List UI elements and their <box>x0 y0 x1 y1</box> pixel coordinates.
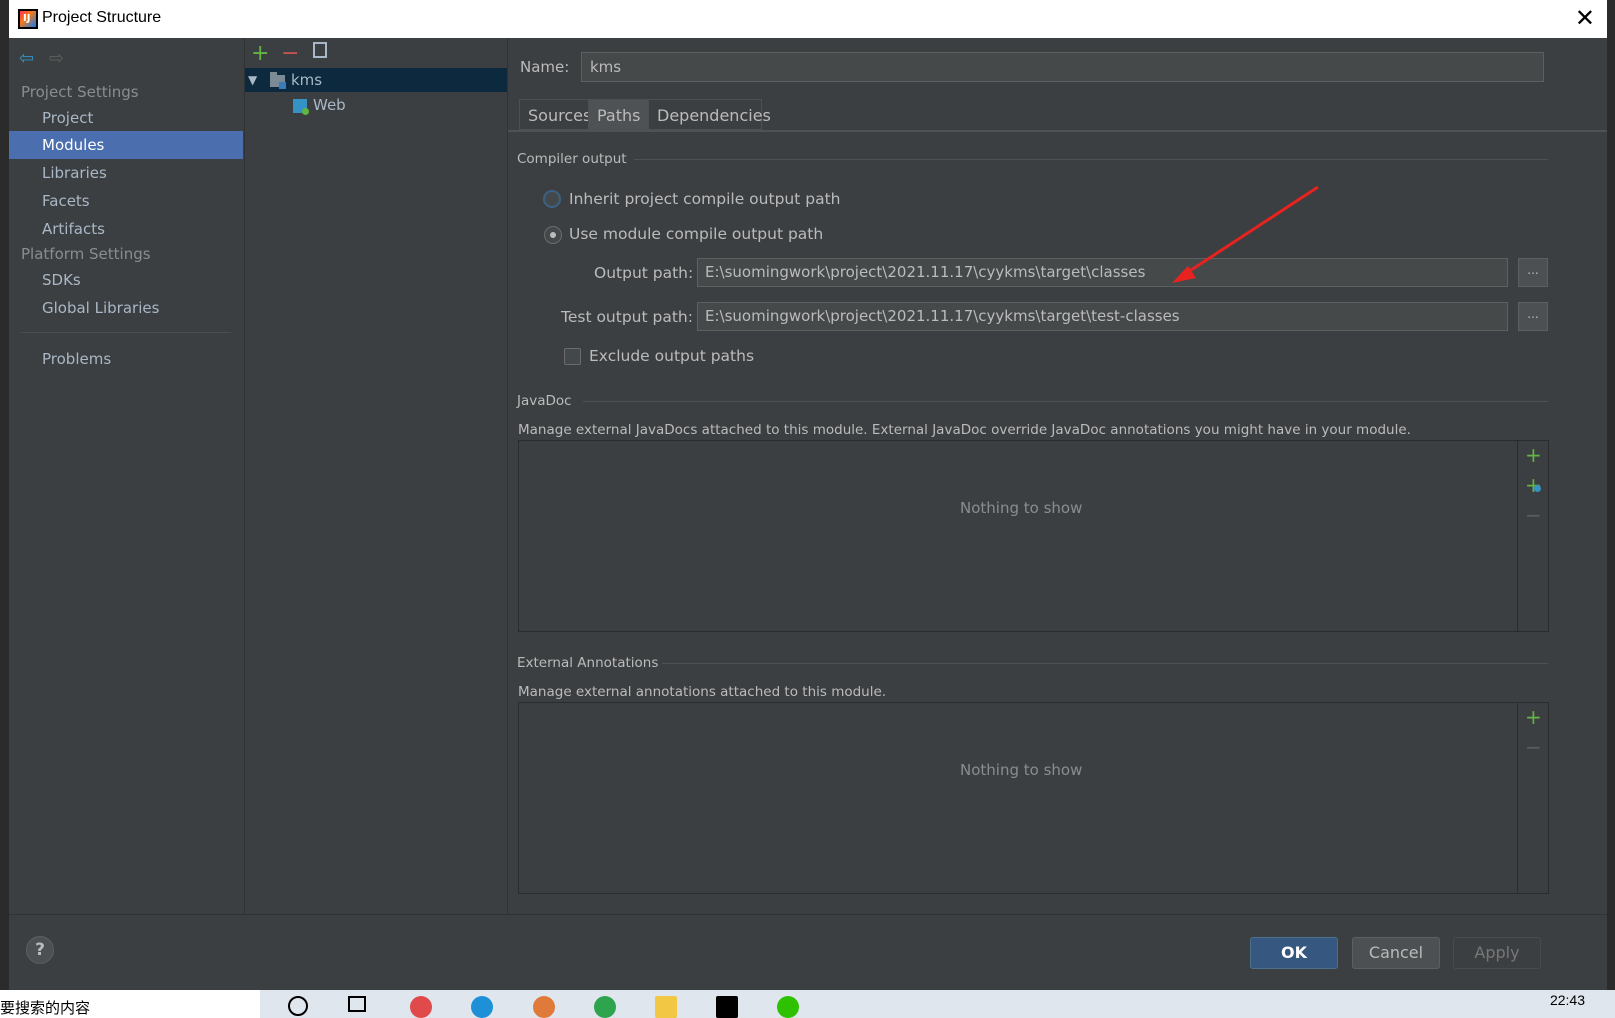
copy-icon[interactable] <box>313 42 327 58</box>
edge-browser-icon[interactable] <box>471 996 493 1018</box>
remove-javadoc-icon[interactable]: − <box>1525 503 1542 527</box>
sidebar-item-sdks[interactable]: SDKs <box>9 266 243 294</box>
output-path-input[interactable]: E:\suomingwork\project\2021.11.17\cyykms… <box>697 258 1508 287</box>
inherit-output-radio[interactable] <box>543 190 561 208</box>
taskbar-search-box[interactable]: 要搜索的内容 <box>0 990 260 1018</box>
name-label: Name: <box>520 58 570 76</box>
file-explorer-icon[interactable] <box>655 996 677 1018</box>
tree-node-kms[interactable]: ▼ kms <box>245 68 507 92</box>
project-settings-header: Project Settings <box>21 83 139 101</box>
wechat-icon[interactable] <box>777 996 799 1018</box>
add-javadoc-icon[interactable]: + <box>1525 443 1542 467</box>
cancel-button[interactable]: Cancel <box>1352 937 1440 969</box>
javadoc-empty-text: Nothing to show <box>960 499 1083 517</box>
chrome-browser-icon[interactable] <box>594 996 616 1018</box>
window-title: Project Structure <box>42 9 162 26</box>
app-icon[interactable] <box>410 996 432 1018</box>
sidebar-item-problems[interactable]: Problems <box>9 345 243 373</box>
use-module-output-label: Use module compile output path <box>569 225 824 243</box>
search-icon[interactable] <box>288 996 308 1016</box>
test-output-path-browse-button[interactable]: ... <box>1518 302 1548 331</box>
tree-node-label: Web <box>313 96 346 114</box>
forward-arrow-icon[interactable]: ⇨ <box>49 48 64 69</box>
use-module-output-radio[interactable] <box>544 226 562 244</box>
external-annotations-title: External Annotations <box>517 655 659 671</box>
module-tree-panel: + − ▼ kms Web <box>244 38 508 914</box>
group-divider <box>634 159 1548 160</box>
tab-sources[interactable]: Sources <box>519 99 591 130</box>
remove-icon[interactable]: − <box>281 41 299 66</box>
sidebar-divider <box>21 332 231 333</box>
external-annotations-list-toolbar: + − <box>1517 703 1548 893</box>
sidebar-item-modules[interactable]: Modules <box>9 131 243 159</box>
test-output-path-label: Test output path: <box>561 308 693 326</box>
add-javadoc-url-icon[interactable]: + <box>1525 473 1542 497</box>
exclude-output-paths-label: Exclude output paths <box>589 347 755 365</box>
tab-dependencies[interactable]: Dependencies <box>648 99 771 130</box>
group-divider <box>662 663 1548 664</box>
tree-node-web[interactable]: Web <box>245 93 507 117</box>
javadoc-description: Manage external JavaDocs attached to thi… <box>518 422 1411 438</box>
app-icon[interactable] <box>533 996 555 1018</box>
sidebar-item-artifacts[interactable]: Artifacts <box>9 215 243 243</box>
sidebar-item-project[interactable]: Project <box>9 104 243 132</box>
add-annotation-icon[interactable]: + <box>1525 705 1542 729</box>
task-view-icon[interactable] <box>348 996 366 1012</box>
expand-triangle-icon[interactable]: ▼ <box>248 68 257 92</box>
output-path-label: Output path: <box>594 264 694 282</box>
ok-button[interactable]: OK <box>1250 937 1338 969</box>
intellij-taskbar-icon[interactable] <box>716 996 738 1018</box>
os-taskbar: 要搜索的内容 22:43 <box>0 990 1615 1018</box>
output-path-browse-button[interactable]: ... <box>1518 258 1548 287</box>
apply-button[interactable]: Apply <box>1453 937 1541 969</box>
external-annotations-empty-text: Nothing to show <box>960 761 1083 779</box>
dialog-button-bar: ? OK Cancel Apply <box>9 914 1607 991</box>
project-structure-dialog: IJ Project Structure ✕ ⇦ ⇨ Project Setti… <box>9 0 1607 991</box>
sidebar-item-facets[interactable]: Facets <box>9 187 243 215</box>
compiler-output-title: Compiler output <box>517 151 627 167</box>
settings-sidebar: ⇦ ⇨ Project Settings Project Modules Lib… <box>9 38 243 914</box>
exclude-output-paths-checkbox[interactable] <box>564 348 581 365</box>
sidebar-item-global-libraries[interactable]: Global Libraries <box>9 294 243 322</box>
intellij-app-icon: IJ <box>18 9 38 29</box>
module-settings-panel: Name: kms Sources Paths Dependencies Com… <box>508 38 1607 914</box>
javadoc-list[interactable]: Nothing to show + + − <box>518 440 1549 632</box>
platform-settings-header: Platform Settings <box>21 245 151 263</box>
tab-paths[interactable]: Paths <box>588 99 649 130</box>
title-bar: IJ Project Structure ✕ <box>9 0 1607 38</box>
javadoc-title: JavaDoc <box>517 393 572 409</box>
remove-annotation-icon[interactable]: − <box>1525 735 1542 759</box>
add-icon[interactable]: + <box>251 41 269 66</box>
group-divider <box>583 401 1548 402</box>
web-facet-icon <box>293 99 309 115</box>
module-name-input[interactable]: kms <box>581 52 1544 82</box>
external-annotations-description: Manage external annotations attached to … <box>518 684 887 700</box>
tab-underline <box>508 130 1607 132</box>
background-editor-strip-right <box>1607 0 1615 1018</box>
close-icon[interactable]: ✕ <box>1575 4 1595 32</box>
sidebar-item-libraries[interactable]: Libraries <box>9 159 243 187</box>
system-clock: 22:43 <box>1549 992 1585 1008</box>
help-button[interactable]: ? <box>26 936 54 964</box>
tree-node-label: kms <box>291 71 323 89</box>
back-arrow-icon[interactable]: ⇦ <box>19 48 34 69</box>
inherit-output-label: Inherit project compile output path <box>569 190 841 208</box>
test-output-path-input[interactable]: E:\suomingwork\project\2021.11.17\cyykms… <box>697 302 1508 331</box>
background-editor-strip-left <box>0 0 9 1018</box>
javadoc-list-toolbar: + + − <box>1517 441 1548 631</box>
external-annotations-list[interactable]: Nothing to show + − <box>518 702 1549 894</box>
module-folder-icon <box>270 72 286 89</box>
